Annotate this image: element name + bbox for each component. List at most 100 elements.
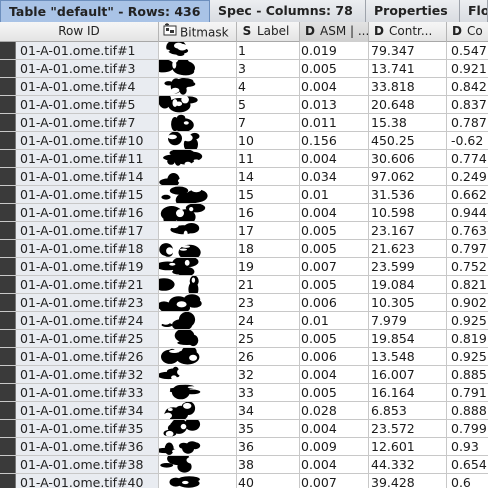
asm-cell[interactable]: 0.004 <box>300 366 369 383</box>
asm-cell[interactable]: 0.007 <box>300 474 369 488</box>
bitmask-cell[interactable] <box>159 186 237 203</box>
column-header-label-col[interactable]: S Label <box>237 22 300 42</box>
label-cell[interactable]: 7 <box>237 114 300 131</box>
column-header-row-id[interactable]: Row ID <box>0 22 159 42</box>
bitmask-cell[interactable] <box>159 456 237 473</box>
correlation-cell[interactable]: 0.921 <box>447 60 488 77</box>
correlation-cell[interactable]: 0.821 <box>447 276 488 293</box>
row-id-cell[interactable]: 01-A-01.ome.tif#32 <box>16 366 159 383</box>
correlation-cell[interactable]: 0.791 <box>447 384 488 401</box>
row-id-cell[interactable]: 01-A-01.ome.tif#34 <box>16 402 159 419</box>
asm-cell[interactable]: 0.005 <box>300 276 369 293</box>
tab-properties[interactable]: Properties <box>366 0 460 22</box>
label-cell[interactable]: 14 <box>237 168 300 185</box>
row-id-cell[interactable]: 01-A-01.ome.tif#14 <box>16 168 159 185</box>
table-row[interactable]: 01-A-01.ome.tif#34 34 0.028 6.853 0.888 <box>0 402 488 420</box>
label-cell[interactable]: 18 <box>237 240 300 257</box>
asm-cell[interactable]: 0.013 <box>300 96 369 113</box>
tab-flow-variables[interactable]: Flo <box>460 0 488 22</box>
tab-spec[interactable]: Spec - Columns: 78 <box>210 0 366 22</box>
row-id-cell[interactable]: 01-A-01.ome.tif#17 <box>16 222 159 239</box>
row-id-cell[interactable]: 01-A-01.ome.tif#25 <box>16 330 159 347</box>
asm-cell[interactable]: 0.011 <box>300 114 369 131</box>
correlation-cell[interactable]: 0.787 <box>447 114 488 131</box>
asm-cell[interactable]: 0.01 <box>300 186 369 203</box>
row-marker[interactable] <box>0 240 16 257</box>
contrast-cell[interactable]: 15.38 <box>369 114 447 131</box>
asm-cell[interactable]: 0.004 <box>300 150 369 167</box>
row-marker[interactable] <box>0 168 16 185</box>
asm-cell[interactable]: 0.004 <box>300 78 369 95</box>
contrast-cell[interactable]: 44.332 <box>369 456 447 473</box>
row-marker[interactable] <box>0 222 16 239</box>
table-row[interactable]: 01-A-01.ome.tif#4 4 0.004 33.818 0.842 <box>0 78 488 96</box>
bitmask-cell[interactable] <box>159 114 237 131</box>
asm-cell[interactable]: 0.005 <box>300 222 369 239</box>
table-row[interactable]: 01-A-01.ome.tif#11 11 0.004 30.606 0.774 <box>0 150 488 168</box>
correlation-cell[interactable]: 0.6 <box>447 474 488 488</box>
asm-cell[interactable]: 0.006 <box>300 294 369 311</box>
label-cell[interactable]: 11 <box>237 150 300 167</box>
contrast-cell[interactable]: 16.007 <box>369 366 447 383</box>
label-cell[interactable]: 40 <box>237 474 300 488</box>
asm-cell[interactable]: 0.005 <box>300 330 369 347</box>
correlation-cell[interactable]: 0.93 <box>447 438 488 455</box>
correlation-cell[interactable]: 0.797 <box>447 240 488 257</box>
correlation-cell[interactable]: -0.62 <box>447 132 488 149</box>
row-marker[interactable] <box>0 330 16 347</box>
correlation-cell[interactable]: 0.654 <box>447 456 488 473</box>
tab-table-default[interactable]: Table "default" - Rows: 436 <box>0 0 210 22</box>
table-row[interactable]: 01-A-01.ome.tif#10 10 0.156 450.25 -0.62 <box>0 132 488 150</box>
correlation-cell[interactable]: 0.763 <box>447 222 488 239</box>
asm-cell[interactable]: 0.007 <box>300 258 369 275</box>
bitmask-cell[interactable] <box>159 366 237 383</box>
bitmask-cell[interactable] <box>159 384 237 401</box>
column-header-correlation[interactable]: D Co <box>447 22 488 42</box>
contrast-cell[interactable]: 31.536 <box>369 186 447 203</box>
table-row[interactable]: 01-A-01.ome.tif#40 40 0.007 39.428 0.6 <box>0 474 488 488</box>
correlation-cell[interactable]: 0.819 <box>447 330 488 347</box>
row-id-cell[interactable]: 01-A-01.ome.tif#38 <box>16 456 159 473</box>
label-cell[interactable]: 33 <box>237 384 300 401</box>
contrast-cell[interactable]: 450.25 <box>369 132 447 149</box>
row-id-cell[interactable]: 01-A-01.ome.tif#35 <box>16 420 159 437</box>
bitmask-cell[interactable] <box>159 78 237 95</box>
row-marker[interactable] <box>0 78 16 95</box>
label-cell[interactable]: 25 <box>237 330 300 347</box>
row-marker[interactable] <box>0 312 16 329</box>
correlation-cell[interactable]: 0.902 <box>447 294 488 311</box>
correlation-cell[interactable]: 0.752 <box>447 258 488 275</box>
correlation-cell[interactable]: 0.774 <box>447 150 488 167</box>
label-cell[interactable]: 26 <box>237 348 300 365</box>
contrast-cell[interactable]: 16.164 <box>369 384 447 401</box>
table-row[interactable]: 01-A-01.ome.tif#32 32 0.004 16.007 0.885 <box>0 366 488 384</box>
contrast-cell[interactable]: 12.601 <box>369 438 447 455</box>
row-id-cell[interactable]: 01-A-01.ome.tif#11 <box>16 150 159 167</box>
contrast-cell[interactable]: 79.347 <box>369 42 447 59</box>
table-row[interactable]: 01-A-01.ome.tif#17 17 0.005 23.167 0.763 <box>0 222 488 240</box>
bitmask-cell[interactable] <box>159 294 237 311</box>
correlation-cell[interactable]: 0.888 <box>447 402 488 419</box>
correlation-cell[interactable]: 0.842 <box>447 78 488 95</box>
row-id-cell[interactable]: 01-A-01.ome.tif#21 <box>16 276 159 293</box>
row-marker[interactable] <box>0 348 16 365</box>
bitmask-cell[interactable] <box>159 276 237 293</box>
row-id-cell[interactable]: 01-A-01.ome.tif#33 <box>16 384 159 401</box>
contrast-cell[interactable]: 20.648 <box>369 96 447 113</box>
row-marker[interactable] <box>0 402 16 419</box>
row-marker[interactable] <box>0 96 16 113</box>
label-cell[interactable]: 36 <box>237 438 300 455</box>
contrast-cell[interactable]: 23.167 <box>369 222 447 239</box>
table-row[interactable]: 01-A-01.ome.tif#25 25 0.005 19.854 0.819 <box>0 330 488 348</box>
row-marker[interactable] <box>0 420 16 437</box>
row-marker[interactable] <box>0 366 16 383</box>
label-cell[interactable]: 38 <box>237 456 300 473</box>
data-table[interactable]: Row ID Bitmask S Label D ASM | ... D Contr.… <box>0 22 488 488</box>
column-header-contrast[interactable]: D Contr... <box>369 22 447 42</box>
contrast-cell[interactable]: 13.741 <box>369 60 447 77</box>
label-cell[interactable]: 21 <box>237 276 300 293</box>
asm-cell[interactable]: 0.034 <box>300 168 369 185</box>
label-cell[interactable]: 34 <box>237 402 300 419</box>
row-id-cell[interactable]: 01-A-01.ome.tif#36 <box>16 438 159 455</box>
row-id-cell[interactable]: 01-A-01.ome.tif#10 <box>16 132 159 149</box>
